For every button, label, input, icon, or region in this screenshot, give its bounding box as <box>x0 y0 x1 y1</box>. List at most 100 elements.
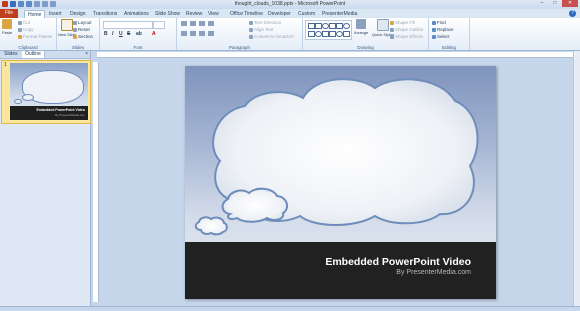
select-button[interactable]: Select <box>432 34 450 39</box>
shape-effects-button[interactable]: Shape Effects <box>390 34 423 39</box>
tab-insert[interactable]: Insert <box>49 10 62 18</box>
editing-group-label: Editing <box>442 45 456 50</box>
drawing-group-label: Drawing <box>357 45 374 50</box>
italic-button[interactable]: I <box>112 31 113 37</box>
find-icon <box>432 20 436 25</box>
tab-outline[interactable]: Outline <box>22 51 45 58</box>
bullets-icon[interactable] <box>181 21 187 26</box>
paragraph-group-label: Paragraph <box>228 45 250 50</box>
layout-button[interactable]: Layout <box>73 20 92 25</box>
tab-office-timeline[interactable]: Office Timeline <box>230 10 263 18</box>
reset-icon <box>73 27 77 32</box>
shape-fill-icon <box>390 20 394 25</box>
increase-indent-icon[interactable] <box>208 21 214 26</box>
slide-title[interactable]: Embedded PowerPoint Video <box>325 256 471 268</box>
close-icon[interactable]: × <box>85 51 88 57</box>
justify-icon[interactable] <box>208 31 214 36</box>
shape-fill-button[interactable]: Shape Fill <box>390 20 415 25</box>
slides-panel: Slides Outline × 1 Embedded PowerPoint V… <box>0 51 91 306</box>
minimize-button[interactable]: – <box>536 0 548 7</box>
shape-effects-icon <box>390 34 394 39</box>
tab-slide-show[interactable]: Slide Show <box>155 10 180 18</box>
font-name-select[interactable] <box>103 21 153 29</box>
format-painter-button[interactable]: Format Painter <box>18 34 53 39</box>
layout-icon <box>73 20 77 25</box>
tab-animations[interactable]: Animations <box>124 10 149 18</box>
tab-file[interactable]: File <box>0 9 19 18</box>
font-color-button[interactable]: A <box>152 31 156 37</box>
thumbnail-title: Embedded PowerPoint Video <box>36 108 85 112</box>
tab-custom[interactable]: Custom <box>298 10 315 18</box>
bold-button[interactable]: B <box>104 31 108 37</box>
slide-subtitle[interactable]: By PresenterMedia.com <box>396 269 471 276</box>
font-group-label: Font <box>133 45 143 50</box>
clipboard-group-label: Clipboard <box>18 45 38 50</box>
smartart-icon <box>249 34 253 39</box>
underline-button[interactable]: U <box>119 31 123 37</box>
numbering-icon[interactable] <box>190 21 196 26</box>
new-slide-icon <box>61 19 73 31</box>
text-direction-button[interactable]: Text Direction <box>249 20 281 25</box>
tab-developer[interactable]: Developer <box>268 10 291 18</box>
copy-icon <box>18 27 22 32</box>
horizontal-ruler <box>97 52 575 58</box>
quick-styles-icon <box>377 19 390 31</box>
section-icon <box>73 34 77 39</box>
slide-number: 1 <box>4 62 7 68</box>
shape-outline-button[interactable]: Shape Outline <box>390 27 424 32</box>
text-direction-icon <box>249 20 253 25</box>
slide-canvas[interactable]: Embedded PowerPoint Video By PresenterMe… <box>185 66 496 299</box>
paste-icon <box>2 19 13 29</box>
clipboard-group: Paste Cut Copy Format Painter Clipboard <box>0 18 57 50</box>
paste-button[interactable]: Paste <box>2 19 12 35</box>
close-button[interactable]: ✕ <box>562 0 578 7</box>
slide-thumbnail-1[interactable]: 1 Embedded PowerPoint Video By Presenter… <box>1 60 91 124</box>
cut-button[interactable]: Cut <box>18 20 30 25</box>
align-right-icon[interactable] <box>199 31 205 36</box>
vertical-scrollbar[interactable] <box>573 51 580 306</box>
slides-group: New Slide Layout Reset Section Slides <box>57 18 100 50</box>
panel-tabs: Slides Outline × <box>0 51 90 59</box>
ribbon: Paste Cut Copy Format Painter Clipboard … <box>0 18 580 51</box>
help-icon[interactable]: ? <box>569 10 576 17</box>
find-button[interactable]: Find <box>432 20 446 25</box>
maximize-button[interactable]: □ <box>549 0 561 7</box>
replace-icon <box>432 27 436 32</box>
arrange-button[interactable]: Arrange <box>354 19 368 35</box>
format-painter-icon <box>18 34 22 39</box>
section-button[interactable]: Section <box>73 34 93 39</box>
align-center-icon[interactable] <box>190 31 196 36</box>
align-left-icon[interactable] <box>181 31 187 36</box>
tab-review[interactable]: Review <box>186 10 202 18</box>
paragraph-group: Text Direction Align Text Convert to Sma… <box>177 18 303 50</box>
tab-slides[interactable]: Slides <box>1 51 21 58</box>
vertical-ruler <box>93 62 99 302</box>
ribbon-tabs: File Home Insert Design Transitions Anim… <box>0 9 580 19</box>
cut-icon <box>18 20 22 25</box>
select-icon <box>432 34 436 39</box>
decrease-indent-icon[interactable] <box>199 21 205 26</box>
tab-presentermedia[interactable]: PresenterMedia <box>322 10 357 18</box>
font-group: B I U S ab A Font <box>100 18 177 50</box>
arrange-icon <box>356 19 367 29</box>
shapes-gallery[interactable] <box>305 20 352 40</box>
slides-group-label: Slides <box>71 45 85 50</box>
align-text-button[interactable]: Align Text <box>249 27 273 32</box>
status-bar <box>0 306 580 311</box>
window-title: thought_clouds_1038.pptx - Microsoft Pow… <box>234 1 346 7</box>
strikethrough-button[interactable]: S <box>127 31 130 37</box>
tab-design[interactable]: Design <box>70 10 86 18</box>
replace-button[interactable]: Replace <box>432 27 454 32</box>
thumbnail-subtitle: By PresenterMedia.com <box>55 113 85 117</box>
tab-transitions[interactable]: Transitions <box>93 10 117 18</box>
reset-button[interactable]: Reset <box>73 27 90 32</box>
slide-thumbnail-image: Embedded PowerPoint Video By PresenterMe… <box>10 63 88 120</box>
convert-smartart-button[interactable]: Convert to SmartArt <box>249 34 294 39</box>
shape-outline-icon <box>390 27 394 32</box>
tiny-cloud <box>194 216 228 236</box>
copy-button[interactable]: Copy <box>18 27 34 32</box>
editing-group: Find Replace Select Editing <box>429 18 470 50</box>
font-size-select[interactable] <box>153 21 165 29</box>
tab-view[interactable]: View <box>208 10 219 18</box>
char-spacing-button[interactable]: ab <box>136 31 142 37</box>
